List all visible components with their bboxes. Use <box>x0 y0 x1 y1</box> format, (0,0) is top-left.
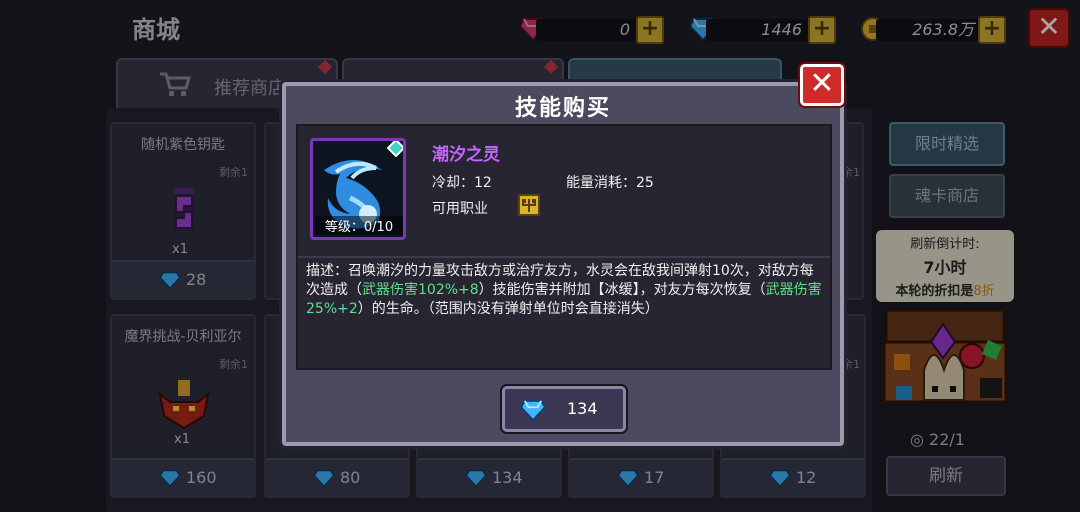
damage-highlight: 武器伤害102%+8 <box>362 282 479 298</box>
desc-text-2: ）技能伤害并附加【冰缓】，对友方每次恢复（ <box>478 282 766 298</box>
dialog-title: 技能购买 <box>514 96 611 121</box>
buy-price: 134 <box>567 399 598 418</box>
skill-icon: 等级：0/10 <box>310 138 406 240</box>
skill-level: 等级：0/10 <box>315 216 403 235</box>
energy-cost-stat: 能量消耗：25 <box>566 172 654 192</box>
blue-gem-icon <box>521 399 545 421</box>
class-label: 可用职业 <box>432 201 488 217</box>
cooldown-stat: 冷却：12 <box>432 172 492 192</box>
cooldown-label: 冷却： <box>432 175 474 191</box>
skill-name: 潮汐之灵 <box>432 145 500 165</box>
close-dialog-button[interactable]: ✕ <box>800 64 844 106</box>
energy-label: 能量消耗： <box>566 175 636 191</box>
class-icon <box>518 194 540 216</box>
buy-button[interactable]: 134 <box>502 386 626 432</box>
divider <box>298 256 830 258</box>
energy-value: 25 <box>636 175 654 191</box>
skill-purchase-dialog: 技能购买 ✕ 等级：0/10 潮汐之灵 冷却：12 能量消耗：25 可用职业 描… <box>282 64 844 446</box>
desc-text-3: ）的生命。（范围内没有弹射单位时会直接消失） <box>357 301 659 317</box>
skill-description: 描述：召唤潮汐的力量攻击敌方或治疗友方，水灵会在敌我间弹射10次，对敌方每次造成… <box>306 262 826 319</box>
skill-details: 等级：0/10 潮汐之灵 冷却：12 能量消耗：25 可用职业 描述：召唤潮汐的… <box>296 124 832 370</box>
gem-badge-icon <box>387 141 403 157</box>
cooldown-value: 12 <box>474 175 492 191</box>
trident-icon <box>522 199 536 212</box>
